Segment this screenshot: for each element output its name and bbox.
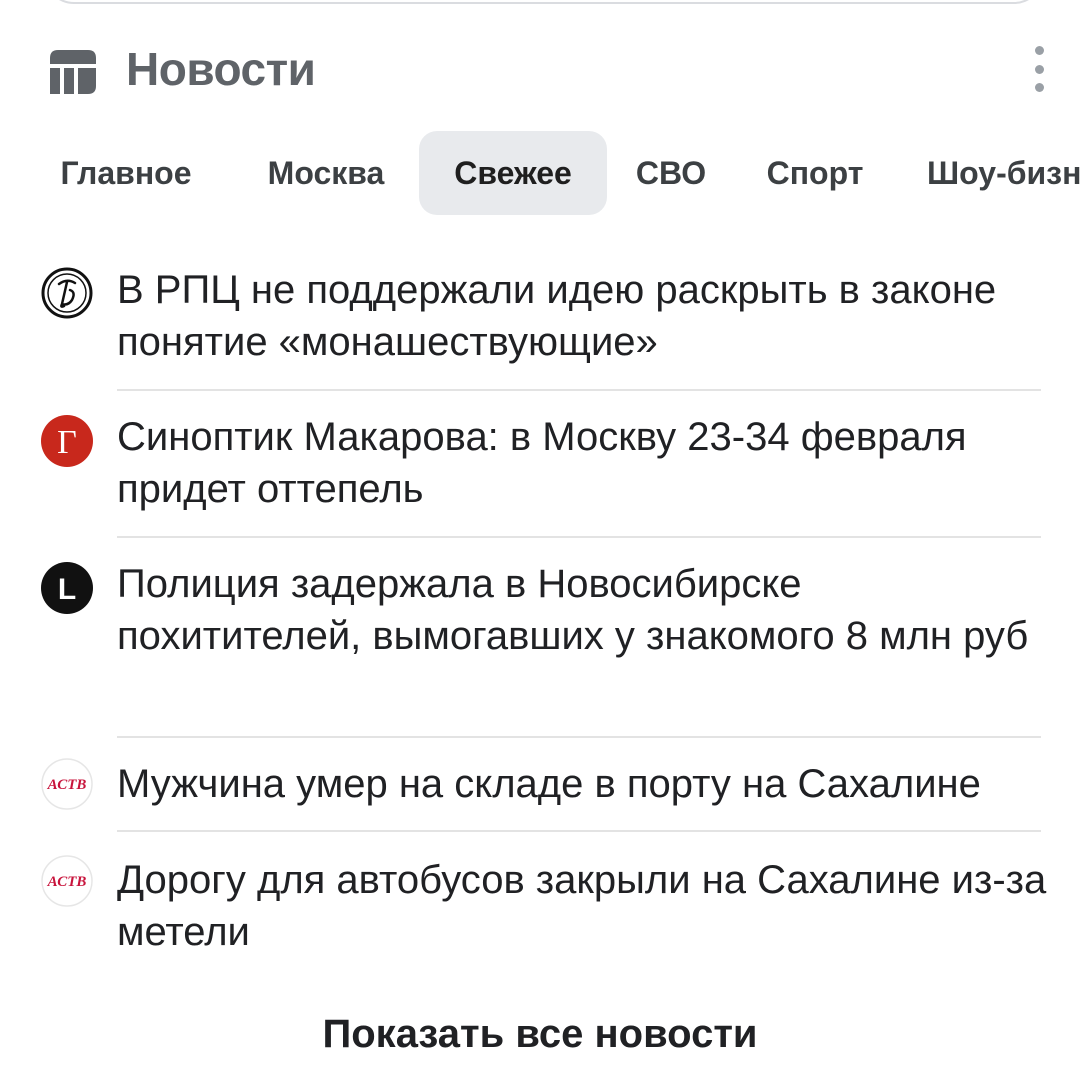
news-title[interactable]: В РПЦ не поддержали идею раскрыть в зако… <box>117 264 1047 368</box>
more-vert-icon[interactable] <box>1024 46 1054 92</box>
news-item[interactable]: АСТВ Мужчина умер на складе в порту на С… <box>0 738 1080 832</box>
search-bar-edge[interactable] <box>44 0 1044 4</box>
news-item[interactable]: В РПЦ не поддержали идею раскрыть в зако… <box>0 252 1080 391</box>
tab-glavnoe[interactable]: Главное <box>46 131 206 215</box>
tab-show-business[interactable]: Шоу-бизнес <box>905 131 1080 215</box>
source-logo-icon: АСТВ <box>41 855 93 907</box>
news-title[interactable]: Синоптик Макарова: в Москву 23-34 феврал… <box>117 411 1047 515</box>
news-item[interactable]: АСТВ Дорогу для автобусов закрыли на Сах… <box>0 832 1080 972</box>
tab-sport[interactable]: Спорт <box>750 131 880 215</box>
page-title: Новости <box>126 43 316 95</box>
source-logo-icon <box>41 267 93 319</box>
news-title[interactable]: Дорогу для автобусов закрыли на Сахалине… <box>117 854 1047 958</box>
source-logo-icon: L <box>41 562 93 614</box>
source-logo-icon: Г <box>41 415 93 467</box>
tab-svo[interactable]: СВО <box>625 131 717 215</box>
tab-svezhee[interactable]: Свежее <box>419 131 607 215</box>
show-all-news-button[interactable]: Показать все новости <box>0 1012 1080 1057</box>
news-header: Новости <box>46 40 1056 100</box>
svg-text:АСТВ: АСТВ <box>47 874 87 890</box>
news-title[interactable]: Мужчина умер на складе в порту на Сахали… <box>117 758 1047 810</box>
category-tabs: Главное Москва Свежее СВО Спорт Шоу-бизн… <box>0 131 1080 215</box>
svg-text:Г: Г <box>57 424 77 461</box>
svg-text:АСТВ: АСТВ <box>47 777 87 793</box>
news-list: В РПЦ не поддержали идею раскрыть в зако… <box>0 252 1080 972</box>
news-item[interactable]: L Полиция задержала в Новосибирске похит… <box>0 538 1080 738</box>
svg-text:L: L <box>58 573 76 606</box>
tab-moskva[interactable]: Москва <box>240 131 412 215</box>
news-item[interactable]: Г Синоптик Макарова: в Москву 23-34 февр… <box>0 391 1080 538</box>
news-logo-icon <box>50 50 96 94</box>
source-logo-icon: АСТВ <box>41 758 93 810</box>
news-title[interactable]: Полиция задержала в Новосибирске похитит… <box>117 558 1047 662</box>
